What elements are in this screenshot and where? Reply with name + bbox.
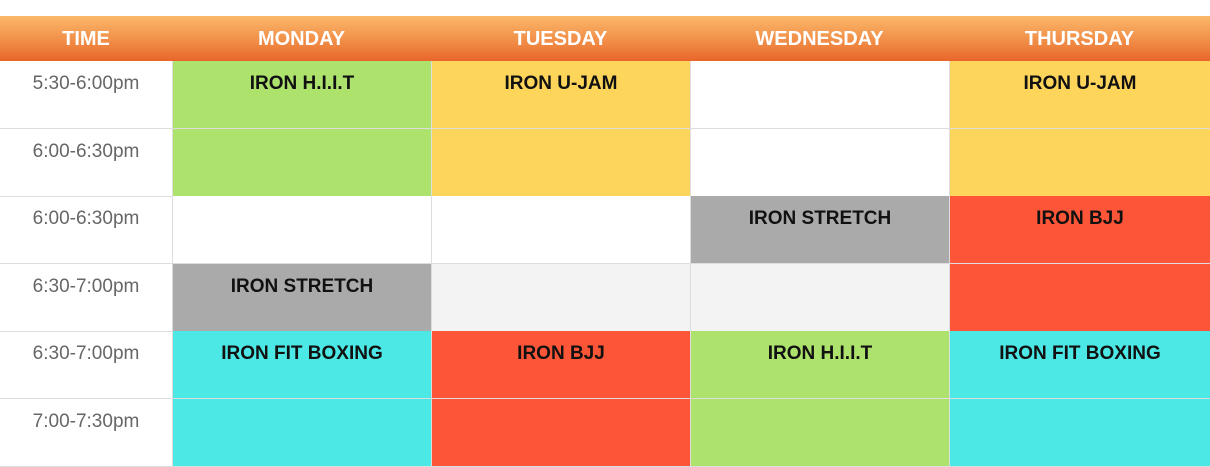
header-monday: MONDAY xyxy=(257,28,346,50)
time-slot: 6:00-6:30pm xyxy=(32,140,140,162)
schedule-row: 6:30-7:00pm IRON FIT BOXING IRON BJJ IRON H… xyxy=(0,331,1210,400)
schedule-row: 6:00-6:30pm IRON STRETCH IRON BJJ xyxy=(0,196,1210,265)
class-cell[interactable] xyxy=(690,128,949,196)
class-cell[interactable] xyxy=(431,128,690,196)
class-cell[interactable]: IRON U-JAM xyxy=(949,61,1210,128)
class-cell[interactable] xyxy=(172,128,431,196)
time-slot: 7:00-7:30pm xyxy=(32,411,140,432)
time-slot: 6:30-7:00pm xyxy=(32,275,140,297)
schedule-header: TIME MONDAY TUESDAY WEDNESDAY THURSDAY xyxy=(0,16,1210,61)
class-cell[interactable] xyxy=(431,196,690,264)
class-cell[interactable] xyxy=(690,61,949,128)
schedule-row: 6:30-7:00pm IRON STRETCH xyxy=(0,263,1210,332)
schedule-row: 5:30-6:00pm IRON H.I.I.T IRON U-JAM IRON U-… xyxy=(0,61,1210,129)
class-cell[interactable] xyxy=(690,263,949,331)
time-slot: 5:30-6:00pm xyxy=(32,73,140,94)
class-cell[interactable]: IRON H.I.I.T xyxy=(172,61,431,128)
class-cell[interactable] xyxy=(172,196,431,264)
class-cell[interactable] xyxy=(690,399,949,466)
class-cell[interactable] xyxy=(431,399,690,466)
schedule-row: 7:00-7:30pm xyxy=(0,399,1210,467)
class-cell[interactable]: IRON U-JAM xyxy=(431,61,690,128)
class-cell[interactable]: IRON FIT BOXING xyxy=(949,331,1210,399)
time-slot: 6:30-7:00pm xyxy=(32,343,140,365)
class-cell[interactable] xyxy=(431,263,690,331)
class-cell[interactable]: IRON BJJ xyxy=(431,331,690,399)
header-time: TIME xyxy=(62,28,110,50)
class-cell[interactable]: IRON STRETCH xyxy=(690,196,949,264)
schedule-row: 6:00-6:30pm xyxy=(0,128,1210,197)
class-cell[interactable]: IRON BJJ xyxy=(949,196,1210,264)
time-slot: 6:00-6:30pm xyxy=(32,208,140,230)
header-wednesday: WEDNESDAY xyxy=(755,28,884,50)
class-cell[interactable] xyxy=(949,263,1210,331)
class-cell[interactable] xyxy=(949,399,1210,466)
class-cell[interactable] xyxy=(949,128,1210,196)
class-cell[interactable] xyxy=(172,399,431,466)
header-tuesday: TUESDAY xyxy=(513,28,608,50)
class-cell[interactable]: IRON H.I.I.T xyxy=(690,331,949,399)
header-thursday: THURSDAY xyxy=(1024,28,1135,50)
class-cell[interactable]: IRON FIT BOXING xyxy=(172,331,431,399)
class-cell[interactable]: IRON STRETCH xyxy=(172,263,431,331)
